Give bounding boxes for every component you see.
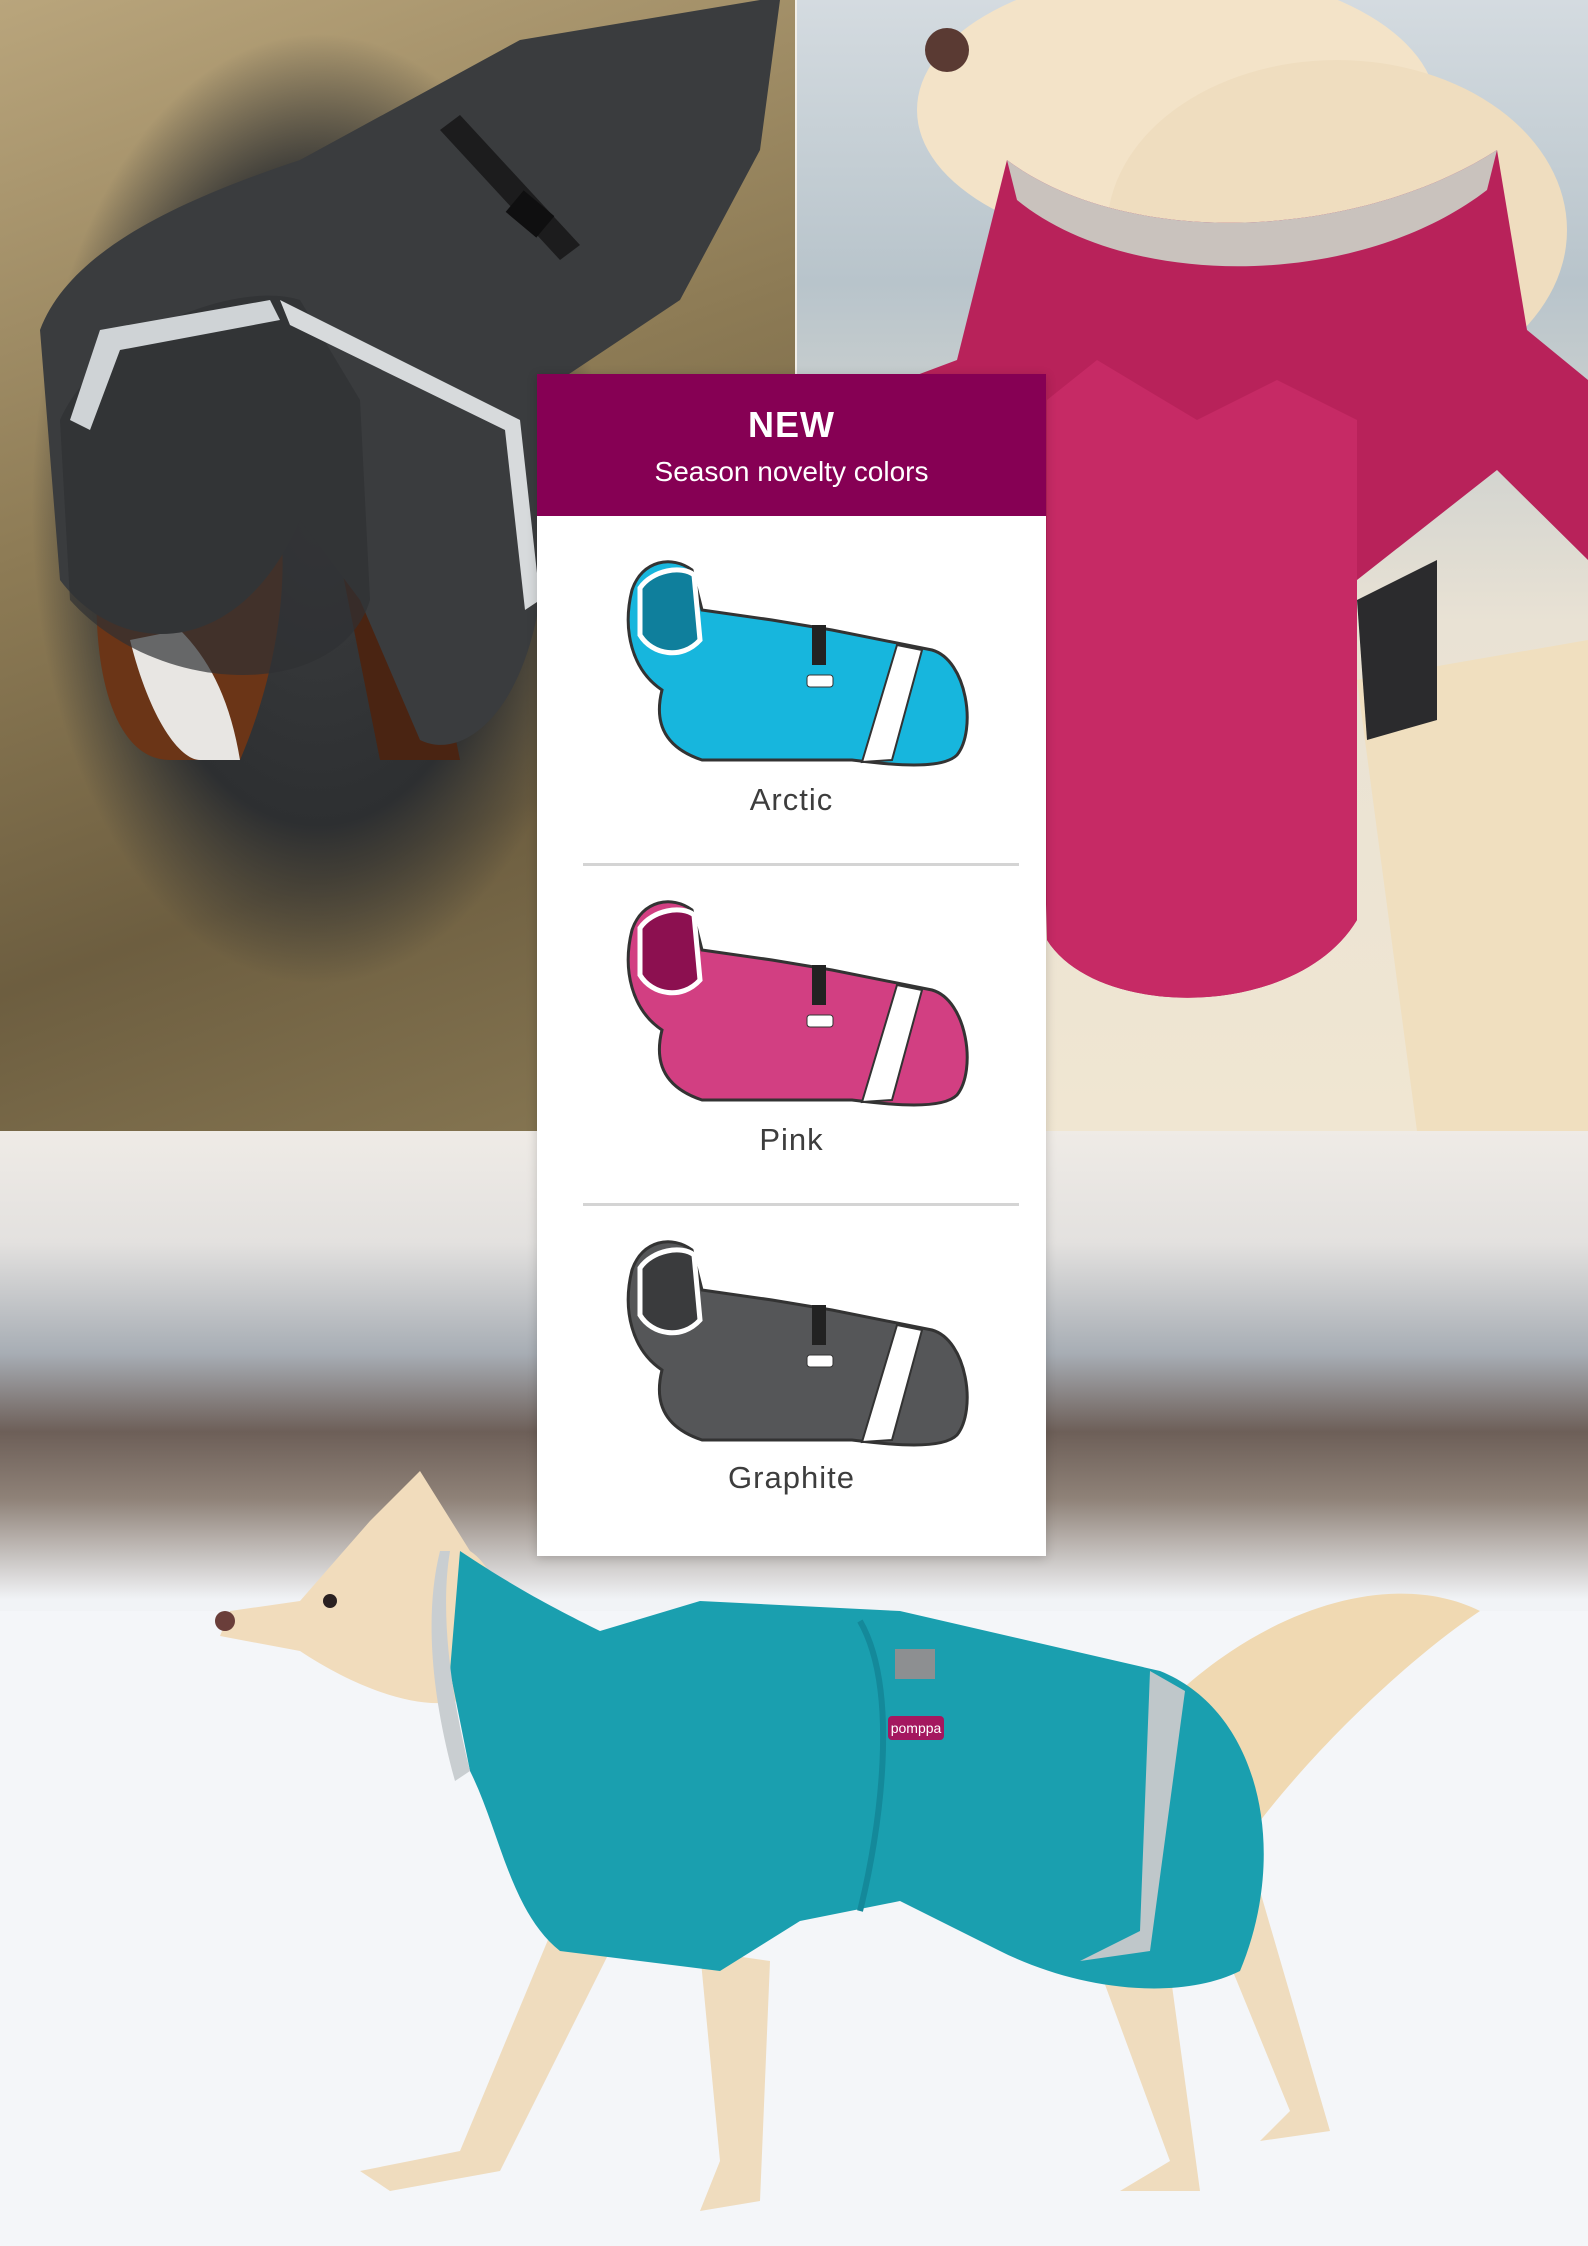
coat-pink-icon [626, 900, 969, 1107]
divider [583, 1203, 1019, 1206]
coat-graphite-icon [626, 1240, 969, 1447]
swatch-label-graphite: Graphite [728, 1460, 855, 1495]
divider [583, 863, 1019, 866]
swatch-graphite: Graphite [537, 1230, 1046, 1530]
card-header: NEW Season novelty colors [537, 374, 1046, 516]
swatch-arctic: Arctic [537, 550, 1046, 850]
swatch-label-arctic: Arctic [749, 782, 834, 817]
coat-arctic-icon [626, 560, 969, 767]
brand-tag-text: pomppa [891, 1720, 942, 1736]
novelty-colors-card: NEW Season novelty colors Arctic Pink Gr… [537, 374, 1046, 1556]
card-subtitle: Season novelty colors [654, 456, 929, 487]
swatch-pink: Pink [537, 890, 1046, 1190]
swatch-label-pink: Pink [759, 1122, 824, 1157]
card-title: NEW [748, 404, 835, 445]
